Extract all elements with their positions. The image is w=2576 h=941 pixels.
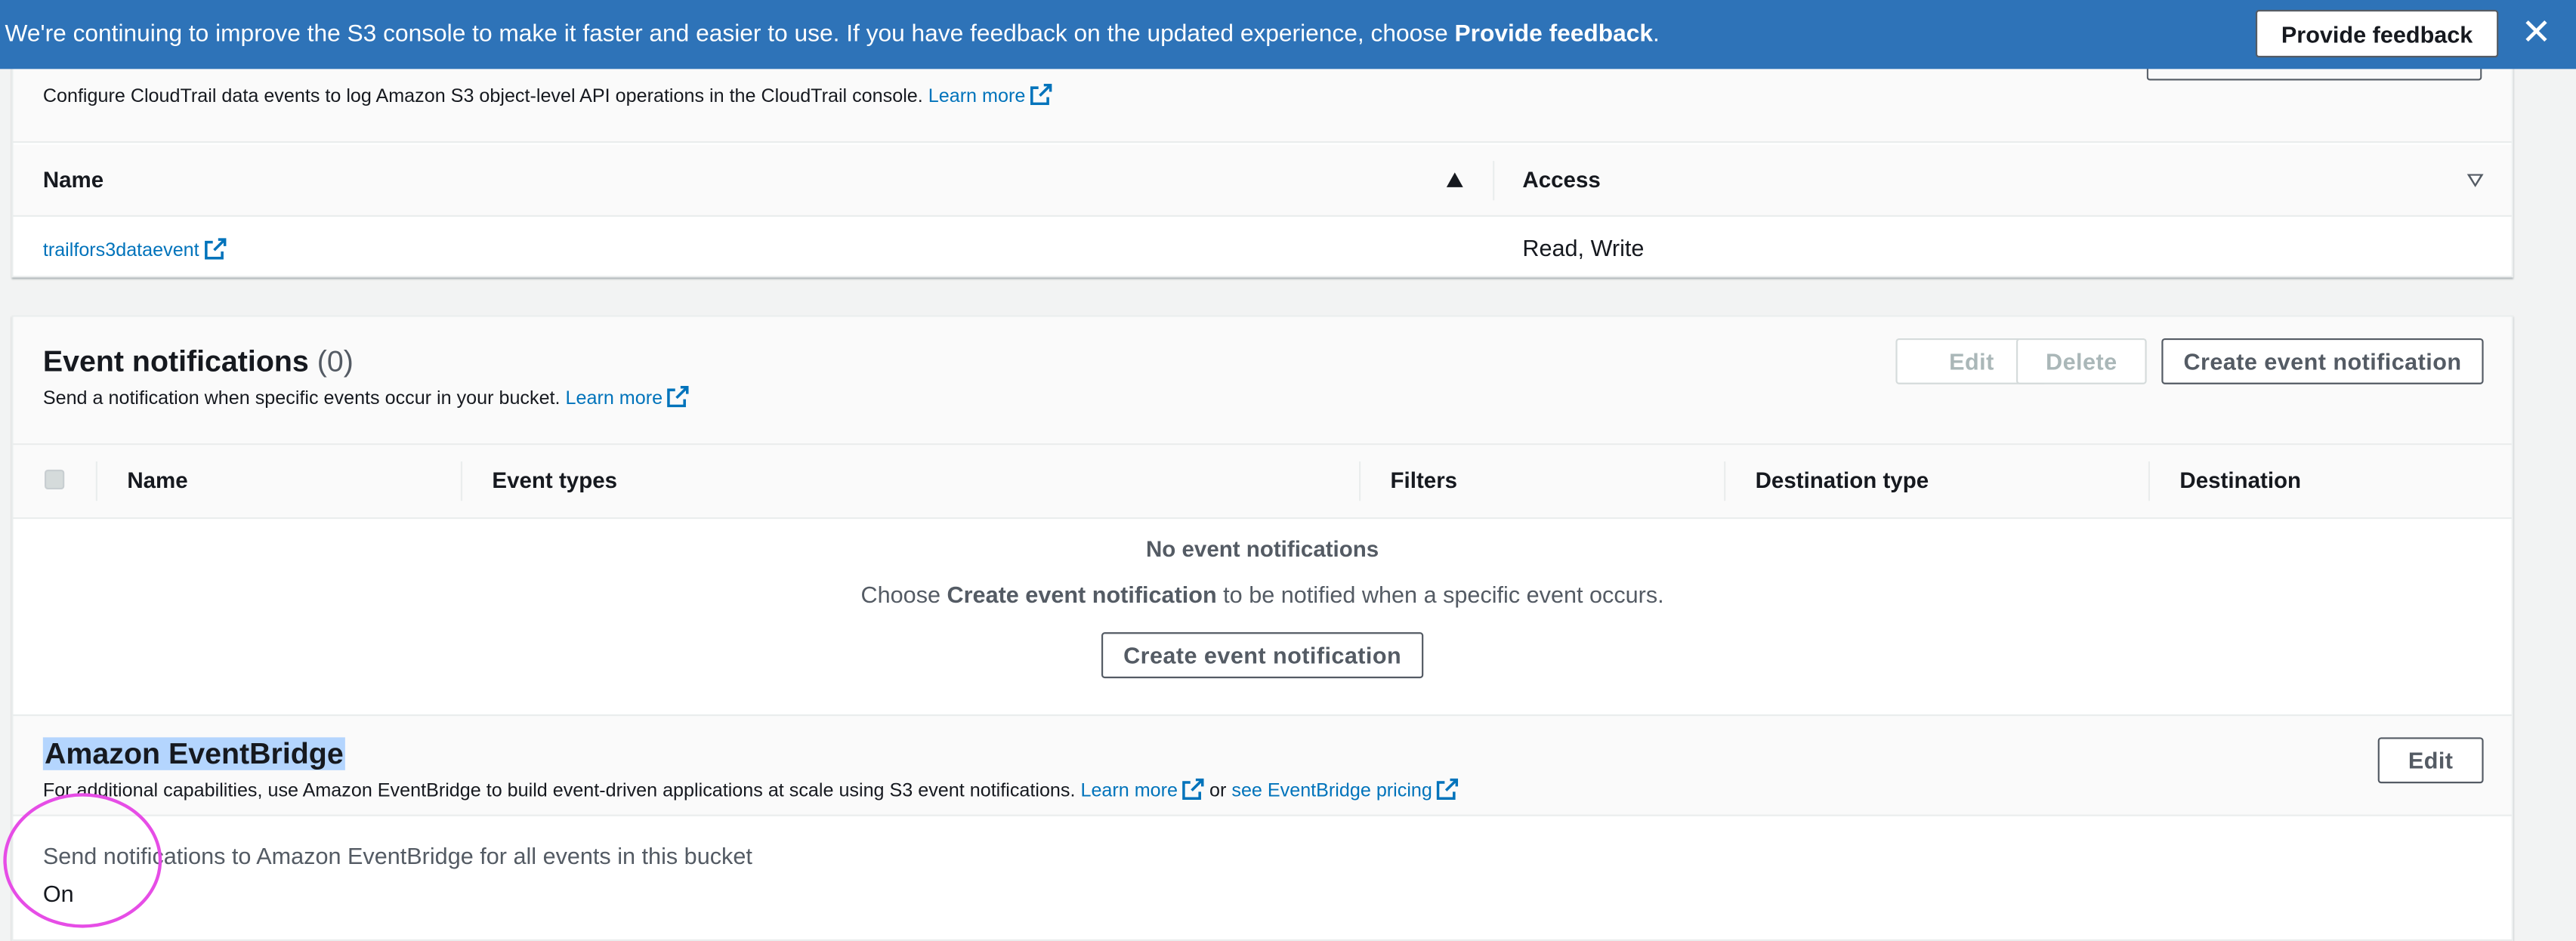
sort-ascending-icon[interactable]: [1446, 172, 1463, 187]
banner-text-part: We're continuing to improve the S3 conso…: [5, 21, 1455, 48]
provide-feedback-button[interactable]: Provide feedback: [2255, 10, 2499, 58]
empty-state-create-button[interactable]: Create event notification: [1101, 632, 1424, 679]
learn-more-label: Learn more: [928, 87, 1026, 107]
event-notifications-learn-more-link[interactable]: Learn more: [565, 386, 690, 409]
column-divider: [460, 461, 463, 501]
empty-text: Choose: [860, 581, 947, 608]
banner-text-bold: Provide feedback: [1454, 21, 1653, 48]
event-notifications-header: Event notifications (0) Send a notificat…: [13, 316, 2512, 446]
column-divider: [95, 461, 97, 501]
column-divider: [1358, 461, 1361, 501]
eventbridge-title: Amazon EventBridge: [42, 737, 345, 772]
external-link-icon: [1182, 778, 1204, 800]
column-header-destination-type: Destination type: [1755, 467, 1929, 493]
description-text: Send a notification when specific events…: [42, 389, 561, 409]
learn-more-label: Learn more: [1080, 782, 1178, 802]
sort-icon[interactable]: [2466, 174, 2484, 187]
annotation-circle: [3, 793, 162, 928]
table-row: trailfors3dataevent: [43, 236, 226, 261]
eventbridge-edit-button[interactable]: Edit: [2377, 737, 2484, 784]
external-link-icon: [204, 238, 226, 260]
cloudtrail-table-header: Name Access: [13, 144, 2512, 218]
eventbridge-pricing-link[interactable]: see EventBridge pricing: [1231, 778, 1459, 802]
column-divider: [1724, 461, 1726, 501]
empty-text-end: to be notified when a specific event occ…: [1216, 581, 1664, 608]
column-header-destination: Destination: [2179, 467, 2302, 493]
delete-button[interactable]: Delete: [2015, 338, 2147, 384]
close-icon[interactable]: ✕: [2520, 14, 2553, 50]
pricing-label: see EventBridge pricing: [1231, 782, 1432, 802]
column-divider: [1493, 161, 1495, 201]
select-all-checkbox[interactable]: [45, 469, 65, 490]
column-header-access[interactable]: Access: [1522, 144, 1600, 217]
banner-message: We're continuing to improve the S3 conso…: [0, 21, 1660, 48]
column-header-name[interactable]: Name: [43, 144, 103, 217]
section-title: Event notifications: [42, 344, 309, 378]
external-link-icon: [1030, 83, 1052, 106]
banner-text-end: .: [1652, 21, 1660, 48]
empty-text-bold: Create event notification: [947, 581, 1217, 608]
trail-access: Read, Write: [1522, 234, 1645, 261]
external-link-icon: [667, 386, 690, 408]
create-event-notification-button[interactable]: Create event notification: [2161, 338, 2484, 384]
event-notifications-title: Event notifications (0): [43, 345, 354, 380]
empty-state-title: No event notifications: [1145, 537, 1379, 562]
cloudtrail-description-text: Configure CloudTrail data events to log …: [42, 87, 923, 107]
description-text: For additional capabilities, use Amazon …: [42, 782, 1076, 802]
eventbridge-header: Amazon EventBridge For additional capabi…: [13, 714, 2512, 816]
event-notifications-description: Send a notification when specific events…: [42, 386, 690, 409]
feedback-banner: We're continuing to improve the S3 conso…: [0, 0, 2576, 69]
eventbridge-title-text: Amazon EventBridge: [42, 737, 345, 770]
column-header-event-types: Event types: [492, 467, 618, 493]
column-header-name: Name: [127, 467, 188, 493]
notification-count: (0): [317, 344, 354, 378]
cloudtrail-description: Configure CloudTrail data events to log …: [42, 83, 1052, 107]
cloudtrail-learn-more-link[interactable]: Learn more: [928, 83, 1052, 107]
event-notifications-panel: Event notifications (0) Send a notificat…: [11, 315, 2513, 941]
eventbridge-description: For additional capabilities, use Amazon …: [42, 778, 1459, 802]
eventbridge-learn-more-link[interactable]: Learn more: [1080, 778, 1204, 802]
trail-name: trailfors3dataevent: [42, 241, 199, 261]
column-header-filters: Filters: [1390, 467, 1458, 493]
event-notifications-table-header: Name Event types Filters Destination typ…: [13, 445, 2512, 520]
external-link-icon: [1437, 778, 1459, 800]
or-text: or: [1209, 782, 1227, 802]
empty-state-description: Choose Create event notification to be n…: [13, 582, 2511, 608]
column-divider: [2148, 461, 2151, 501]
learn-more-label: Learn more: [565, 389, 663, 409]
trail-name-link[interactable]: trailfors3dataevent: [42, 238, 226, 261]
